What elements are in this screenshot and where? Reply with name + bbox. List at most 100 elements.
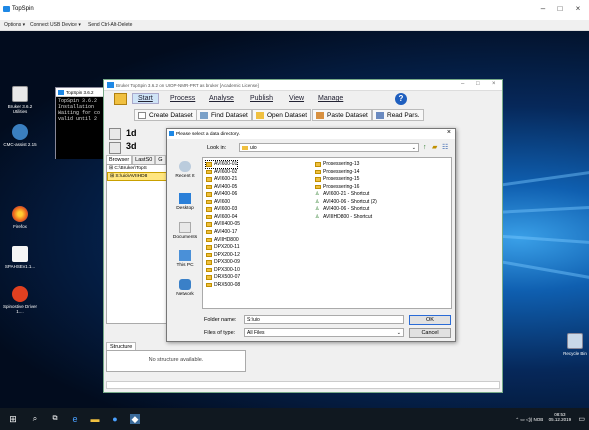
create-dataset-button[interactable]: Create Dataset	[134, 109, 197, 121]
data-browser-tree[interactable]: ⊞ C:\Bruker\TopS ⊞ S:\uio\AVIIHD8	[106, 164, 172, 324]
file-list-item[interactable]: AVIIHD800	[206, 237, 239, 244]
tab-analyse[interactable]: Analyse	[209, 95, 234, 102]
tree-item[interactable]: ⊞ S:\uio\AVIIHD8	[107, 172, 171, 181]
file-list-item[interactable]: DPX300-09	[206, 259, 240, 266]
file-list-item[interactable]: AVI600-01	[204, 160, 239, 169]
place-this-pc[interactable]: This PC	[169, 250, 201, 268]
tree-item[interactable]: ⊞ C:\Bruker\TopS	[107, 165, 171, 172]
shortcut-icon: ♙	[315, 206, 320, 213]
java-icon	[169, 131, 174, 136]
file-list-item[interactable]: ♙ AVI400-06 - Shortcut (2)	[315, 199, 377, 206]
file-list-item[interactable]: Prosessering-13	[315, 161, 359, 168]
file-list-item[interactable]: Prosessering-14	[315, 169, 359, 176]
file-list-item[interactable]: AVI400-06	[206, 191, 237, 198]
file-list-item[interactable]: AVI600-02	[206, 169, 237, 176]
print-icon[interactable]	[109, 142, 121, 154]
document-icon	[12, 246, 28, 262]
desktop-icon	[179, 193, 191, 204]
new-folder-icon[interactable]: ▰	[432, 144, 439, 151]
edge-icon[interactable]: e	[70, 414, 80, 424]
close-icon[interactable]: ×	[492, 81, 496, 87]
language-indicator[interactable]: NOB	[534, 417, 544, 422]
file-list-item[interactable]: DPX200-12	[206, 252, 240, 259]
clock[interactable]: 08:53 05.12.2019	[549, 412, 572, 422]
paste-dataset-button[interactable]: Paste Dataset	[312, 109, 372, 121]
select-directory-dialog[interactable]: Please select a data directory. × Look i…	[166, 128, 456, 342]
file-list-item[interactable]: DPX200-11	[206, 244, 239, 251]
help-icon[interactable]: ?	[395, 93, 407, 105]
task-view-icon[interactable]: ⧉	[50, 414, 60, 424]
minimize-icon[interactable]: –	[461, 81, 464, 87]
view-menu-icon[interactable]: ☷	[442, 144, 449, 151]
desktop-icon-spahsev[interactable]: SPAHSEv1.1...	[0, 246, 40, 269]
desktop-icon-recycle-bin[interactable]: Recycle Bin	[558, 333, 589, 356]
open-dataset-button[interactable]: Open Dataset	[252, 109, 312, 121]
tab-publish[interactable]: Publish	[250, 95, 273, 102]
connect-usb-menu[interactable]: Connect USB Device ▾	[30, 22, 81, 28]
browser-icon[interactable]: ●	[110, 414, 120, 424]
file-list-item[interactable]: Prosessering-16	[315, 184, 359, 191]
file-list-item[interactable]: AVI400-17	[206, 229, 237, 236]
file-explorer-icon[interactable]: ▬	[90, 414, 100, 424]
folder-icon	[206, 169, 212, 175]
place-documents[interactable]: Documents	[169, 222, 201, 240]
file-list-item[interactable]: AVI600-04	[206, 214, 237, 221]
files-of-type-select[interactable]: All Files ⌄	[244, 328, 404, 337]
place-recent-items[interactable]: Recent It	[169, 161, 201, 179]
desktop-icon-bruker-utilities[interactable]: Bruker 3.6.2 Utilities	[0, 86, 40, 114]
maximize-icon[interactable]: □	[476, 81, 480, 87]
options-menu[interactable]: Options ▾	[4, 22, 25, 28]
place-network[interactable]: Network	[169, 279, 201, 297]
maximize-icon[interactable]: □	[554, 4, 566, 14]
ok-button[interactable]: OK	[409, 315, 451, 325]
file-list-item[interactable]: AVIII400-05	[206, 221, 240, 228]
tab-start[interactable]: Start	[132, 93, 159, 104]
tab-process[interactable]: Process	[170, 95, 195, 102]
folder-icon	[315, 162, 321, 167]
up-folder-icon[interactable]: ↑	[423, 144, 430, 151]
file-list-item[interactable]: DPX300-10	[206, 267, 240, 274]
file-list-item[interactable]: AVI600	[206, 199, 230, 206]
file-list-item[interactable]: ♙ AVI400-06 - Shortcut	[315, 206, 369, 213]
folder-icon	[206, 229, 212, 235]
folder-icon[interactable]	[114, 93, 127, 105]
file-list-item[interactable]: DRX500-07	[206, 274, 240, 281]
places-bar: Recent It Desktop Documents This PC Netw…	[169, 157, 201, 307]
tab-manage[interactable]: Manage	[318, 95, 343, 102]
folder-icon	[206, 177, 212, 182]
topspin-taskbar-icon[interactable]: ◆	[130, 414, 140, 424]
tab-view[interactable]: View	[289, 95, 304, 102]
tray-icons[interactable]: ⌃ ▭ ◁))	[515, 417, 533, 422]
folder-icon	[206, 192, 212, 197]
file-list-item[interactable]: ♙ AVI600-21 - Shortcut	[315, 191, 369, 198]
one-d-label: 1d	[126, 128, 137, 138]
folder-name-input[interactable]: S:\uio	[244, 315, 404, 324]
file-list-item[interactable]: ♙ AVIIIHD800 - Shortcut	[315, 214, 372, 221]
find-dataset-button[interactable]: Find Dataset	[196, 109, 252, 121]
file-list-item[interactable]: Prosessering-15	[315, 176, 359, 183]
read-pars-button[interactable]: Read Pars.	[372, 109, 424, 121]
desktop-icon-cmc-assist[interactable]: CMC-assist 2.15	[0, 124, 40, 147]
minimize-icon[interactable]: –	[537, 4, 549, 14]
viewer-title-bar: TopSpin – □ ×	[0, 0, 589, 20]
file-list[interactable]: AVI600-01 AVI600-02 AVI600-21 AVI400-05 AVI4…	[202, 157, 452, 309]
file-list-item[interactable]: AVI600-21	[206, 176, 237, 183]
file-list-item[interactable]: AVI400-05	[206, 184, 237, 191]
send-ctrl-alt-delete-button[interactable]: Send Ctrl-Alt-Delete	[88, 22, 132, 28]
windows-start-icon[interactable]: ⊞	[8, 414, 18, 424]
folder-icon	[206, 207, 212, 212]
close-icon[interactable]: ×	[572, 4, 584, 14]
file-list-item[interactable]: AVI600-03	[206, 206, 237, 213]
file-list-item[interactable]: DRX500-08	[206, 282, 240, 289]
search-icon[interactable]: ⌕	[30, 414, 40, 424]
desktop-icon-firefox[interactable]: Firefox	[0, 206, 40, 229]
cancel-button[interactable]: Cancel	[409, 328, 451, 338]
close-icon[interactable]: ×	[447, 129, 451, 136]
place-desktop[interactable]: Desktop	[169, 193, 201, 211]
new-file-icon[interactable]	[109, 128, 121, 140]
driver-icon	[12, 286, 28, 302]
system-tray: ⌃ ▭ ◁)) NOB 08:53 05.12.2019 ▭	[515, 412, 585, 423]
notification-icon[interactable]: ▭	[578, 416, 585, 423]
look-in-select[interactable]: uio ⌄	[239, 143, 419, 152]
desktop-icon-spinostive[interactable]: Spinostive Driver 1....	[0, 286, 40, 314]
